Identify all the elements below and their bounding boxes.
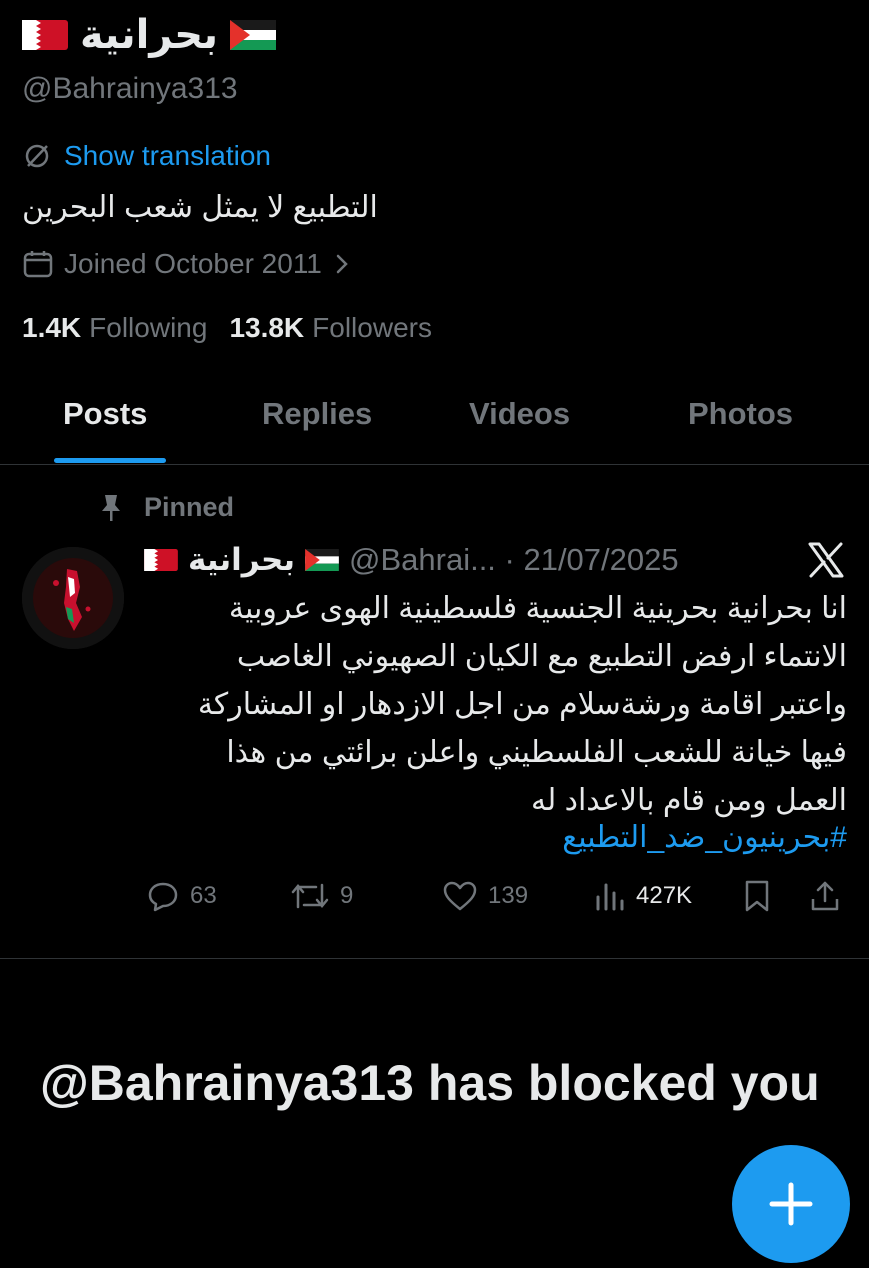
post-header: بحرانية @Bahrai... · 21/07/2025 (144, 540, 679, 580)
pin-icon (102, 494, 120, 521)
avatar[interactable] (22, 547, 124, 649)
joined-date: Joined October 2011 (64, 248, 322, 279)
views-button[interactable]: 427K (594, 876, 692, 916)
views-count: 427K (636, 882, 693, 909)
bookmark-icon (745, 880, 769, 912)
reply-icon (148, 882, 178, 912)
post-divider (0, 958, 869, 959)
bookmark-button[interactable] (742, 876, 772, 916)
blocked-message: @Bahrainya313 has blocked you (40, 1055, 820, 1111)
tab-posts[interactable]: Posts (63, 396, 147, 432)
views-icon (596, 883, 624, 911)
followers-count[interactable]: 13.8K (229, 312, 304, 344)
translate-icon (25, 144, 49, 168)
bahrain-flag-icon (144, 549, 178, 571)
reply-count: 63 (190, 882, 217, 909)
compose-icon (769, 1182, 813, 1226)
repost-icon (291, 883, 329, 909)
repost-count: 9 (340, 882, 354, 909)
chevron-right-icon (336, 254, 348, 274)
profile-display-name: بحرانية (80, 13, 219, 57)
active-tab-indicator (54, 458, 166, 463)
reply-button[interactable]: 63 (146, 876, 217, 916)
tab-replies[interactable]: Replies (262, 396, 372, 432)
like-button[interactable]: 139 (442, 876, 528, 916)
tab-videos[interactable]: Videos (469, 396, 570, 432)
pinned-label: Pinned (144, 492, 235, 522)
like-count: 139 (488, 882, 529, 909)
avatar-image (22, 547, 124, 649)
following-label[interactable]: Following (89, 312, 207, 344)
tab-photos[interactable]: Photos (688, 396, 793, 432)
palestine-flag-icon (230, 20, 277, 50)
like-icon (443, 881, 477, 911)
post-handle-date[interactable]: @Bahrai... · 21/07/2025 (349, 542, 679, 578)
tabs-divider (0, 464, 869, 465)
post-body-text: انا بحرانية بحرينية الجنسية فلسطينية اله… (197, 592, 847, 817)
following-count[interactable]: 1.4K (22, 312, 81, 344)
pinned-indicator: Pinned (98, 492, 234, 523)
compose-button[interactable] (732, 1145, 850, 1263)
profile-handle: @Bahrainya313 (22, 72, 238, 105)
post-author-name[interactable]: بحرانية (188, 542, 295, 578)
joined-date-row[interactable]: Joined October 2011 (22, 248, 352, 280)
follow-stats: 1.4K Following 13.8K Followers (22, 312, 454, 344)
post-hashtag-link[interactable]: #بحرينيون_ضد_التطبيع (562, 818, 847, 858)
followers-label[interactable]: Followers (312, 312, 432, 344)
palestine-flag-icon (305, 549, 339, 571)
x-logo-icon[interactable] (806, 540, 846, 580)
bahrain-flag-icon (22, 20, 68, 50)
profile-name-row: بحرانية (22, 10, 277, 60)
show-translation-link[interactable]: Show translation (22, 140, 271, 172)
share-icon (811, 881, 839, 911)
calendar-icon (23, 251, 53, 278)
share-button[interactable] (808, 876, 842, 916)
show-translation-label[interactable]: Show translation (64, 140, 271, 172)
repost-button[interactable]: 9 (290, 876, 353, 916)
profile-bio: التطبيع لا يمثل شعب البحرين (22, 191, 378, 224)
